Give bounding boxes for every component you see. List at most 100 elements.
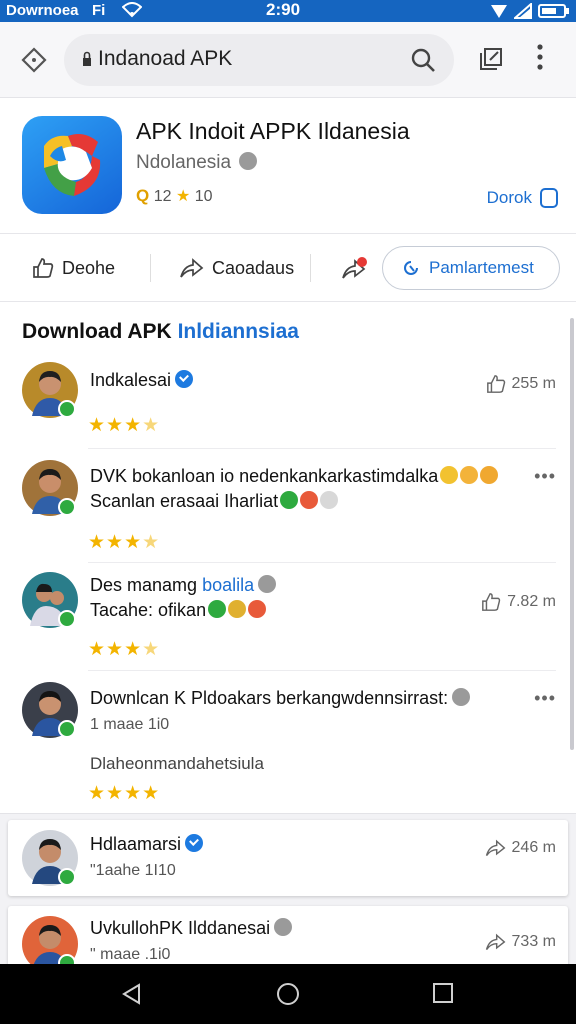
download-link[interactable]: Dorok <box>487 188 558 208</box>
more-options-icon[interactable]: ••• <box>534 466 556 487</box>
skull-emoji-icon <box>320 491 339 510</box>
share-icon <box>485 839 505 857</box>
share-count[interactable]: 733 m <box>484 932 556 952</box>
signal-bars-icon <box>514 3 532 19</box>
site-info-icon[interactable] <box>20 46 48 74</box>
section-title-plain: Download APK <box>22 320 172 343</box>
app-subtitle: Ndolanesia <box>136 151 258 174</box>
home-icon[interactable] <box>276 982 300 1011</box>
share-count[interactable]: 246 m <box>484 838 556 858</box>
thumbs-up-icon <box>486 375 505 393</box>
pill-label: Pamlartemest <box>429 258 534 277</box>
star-icon: ★ <box>175 188 191 205</box>
divider <box>150 254 151 282</box>
face-emoji-icon <box>300 491 319 510</box>
stars-filled: ★★★ <box>88 415 143 436</box>
review-text-line1: DVK bokanloan io nedenkankarkastimdalka <box>90 466 499 487</box>
review-text-line2-text: Scanlan erasaai Iharliat <box>90 491 279 511</box>
action-bar: Deohe Caoadaus Pamlartemest <box>0 234 576 302</box>
star-rating: ★★★★ <box>88 638 160 661</box>
section-title: Download APK Inldiannsiaa <box>22 320 299 344</box>
review-meta: " maae .1i0 <box>90 946 171 963</box>
face-emoji-icon <box>248 600 267 619</box>
tabs-icon[interactable] <box>478 46 504 77</box>
stars-dim: ★ <box>142 639 161 660</box>
app-subtitle-text: Ndolanesia <box>136 152 232 173</box>
stars-filled: ★★★ <box>88 532 143 553</box>
status-right-icons <box>490 3 570 19</box>
scrollbar[interactable] <box>570 318 574 750</box>
like-label: Deohe <box>62 257 116 278</box>
sim-icon: Fi <box>92 2 106 19</box>
share-icon <box>485 933 505 951</box>
status-time: 2:90 <box>266 0 301 19</box>
review-text-line2-text: Tacahe: ofikan <box>90 600 207 620</box>
stars-dim: ★ <box>142 415 161 436</box>
recents-icon[interactable] <box>432 982 454 1009</box>
forward-button[interactable] <box>340 234 370 302</box>
status-bar: Dowrnoea Fi 2:90 <box>0 0 576 22</box>
divider <box>88 562 556 563</box>
divider <box>88 670 556 671</box>
reviewer-name-plain: Des manamg <box>90 575 198 595</box>
review-text-line2: Tacahe: ofikan <box>90 600 267 621</box>
url-text: Indanoad APK <box>98 47 233 70</box>
reviewer-name: Indkalesai <box>90 370 194 391</box>
verified-badge-icon <box>58 610 76 628</box>
star-rating: ★★★★ <box>88 414 160 437</box>
info-icon <box>274 918 293 937</box>
face-emoji-icon <box>480 466 499 485</box>
reviews-card: Download APK Inldiannsiaa Indkalesai 255… <box>0 302 576 814</box>
divider <box>310 254 311 282</box>
star-rating: ★★★★ <box>88 782 160 805</box>
address-bar[interactable]: Indanoad APK <box>64 34 454 86</box>
like-count-text: 255 m <box>511 375 556 392</box>
review-card[interactable]: Hdlaamarsi "1aahe 1I10 246 m <box>8 820 568 896</box>
search-icon[interactable] <box>410 47 436 78</box>
more-options-icon[interactable]: ••• <box>534 688 556 709</box>
verified-badge-icon <box>58 868 76 886</box>
avatar[interactable] <box>22 682 80 740</box>
reviewer-name-text: Hdlaamarsi <box>90 834 182 854</box>
shield-icon <box>540 188 558 208</box>
review-text-line1-text: Downlcan K Pldoakars berkangwdennsirrast… <box>90 688 449 708</box>
refresh-icon <box>404 261 418 275</box>
stars-filled: ★★★ <box>88 639 143 660</box>
app-rating: Q 12 ★ 10 <box>136 186 213 206</box>
download-circle-icon <box>452 688 471 707</box>
verified-icon <box>185 834 204 853</box>
overflow-menu-icon[interactable] <box>536 42 544 77</box>
avatar[interactable] <box>22 572 80 630</box>
app-header: APK Indoit APPK Ildanesia Ndolanesia Q 1… <box>0 98 576 234</box>
face-emoji-icon <box>460 466 479 485</box>
share-button[interactable]: Caoadaus <box>178 234 294 302</box>
thumbs-up-icon <box>33 258 54 278</box>
share-label: Caoadaus <box>212 257 295 278</box>
rating-q-icon: Q <box>136 186 150 205</box>
share-count-text: 246 m <box>511 839 556 856</box>
reviewer-name: Des manamg boalila <box>90 575 277 596</box>
like-count[interactable]: 255 m <box>486 374 556 394</box>
check-emoji-icon <box>280 491 299 510</box>
stars-dim: ★ <box>142 532 161 553</box>
review-meta: 1 maae 1i0 <box>90 716 170 733</box>
lock-icon <box>82 51 92 72</box>
back-icon[interactable] <box>120 982 144 1011</box>
reviewer-name-text: Indkalesai <box>90 370 172 390</box>
like-button[interactable]: Deohe <box>32 234 115 302</box>
info-icon <box>239 151 258 170</box>
avatar[interactable] <box>22 460 80 518</box>
pamlartemest-button[interactable]: Pamlartemest <box>382 246 560 290</box>
rating-count: 12 <box>153 188 172 205</box>
avatar[interactable] <box>22 362 80 420</box>
review-extra-text: Dlaheonmandahetsiula <box>90 754 264 773</box>
battery-icon <box>538 4 569 18</box>
verified-icon <box>175 370 194 389</box>
verified-badge-icon <box>58 720 76 738</box>
share-icon <box>180 258 204 278</box>
reviewer-name-text: UvkullohPK Ilddanesai <box>90 918 271 938</box>
like-count[interactable]: 7.82 m <box>481 592 556 612</box>
avatar[interactable] <box>22 830 80 888</box>
app-logo-icon[interactable] <box>22 116 122 214</box>
browser-toolbar: Indanoad APK <box>0 22 576 98</box>
